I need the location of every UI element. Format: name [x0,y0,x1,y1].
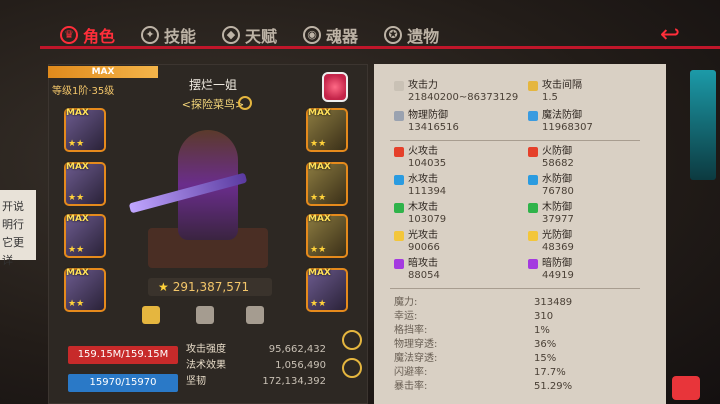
back-arrow-icon[interactable]: ↩ [660,20,680,48]
side-note: 开说明行 它更详 [0,190,36,267]
star-icon: ★ [158,280,169,294]
substats-list: 攻击强度 95,662,432 法术效果 1,056,490 坚韧 172,134,3… [186,342,326,390]
hero-portrait [128,118,288,268]
talent-icon: ◆ [222,26,241,44]
extra-stat-row: 物理穿透: 36% [394,339,557,350]
stat-wood-atk: 木攻击 103079 [394,202,446,226]
chest-icon[interactable] [196,306,214,324]
stat-dark-def: 暗防御 44919 [528,258,574,282]
extra-stat-row: 幸运: 310 [394,311,554,322]
stat-attack-interval: 攻击间隔 1.5 [528,80,582,104]
stat-phys-def: 物理防御 13416516 [394,110,459,134]
extra-stats-list: 魔力: 313489 幸运: 310 格挡率: 1% 物理穿透: 36% 魔法穿透: 15… [394,296,594,394]
stat-fire-def: 火防御 58682 [528,146,574,170]
stat-fire-atk: 火攻击 104035 [394,146,446,170]
extra-stat-row: 魔法穿透: 15% [394,353,557,364]
equip-slot-left-4[interactable]: MAX ★★ [64,268,106,312]
potion-icon[interactable] [322,72,348,102]
hp-bar: 159.15M/159.15M [68,346,178,364]
hero-level: 等级1阶·35级 [52,86,115,97]
equip-slot-left-2[interactable]: MAX ★★ [64,162,106,206]
water-shield-icon [528,175,538,185]
equip-slot-left-1[interactable]: MAX ★★ [64,108,106,152]
magic-shield-icon [528,111,538,121]
water-icon [394,175,404,185]
divider [390,288,640,289]
armor-icon[interactable] [142,306,160,324]
speed-icon [528,81,538,91]
equip-slot-right-4[interactable]: MAX ★★ [306,268,348,312]
stat-water-atk: 水攻击 111394 [394,174,446,198]
light-shield-icon [528,231,538,241]
soul-icon: ◉ [303,26,322,44]
substat-row: 坚韧 172,134,392 [186,376,326,387]
equip-slot-right-2[interactable]: MAX ★★ [306,162,348,206]
power-display: ★ 291,387,571 [148,278,272,296]
skill-icon: ✦ [141,26,160,44]
fire-icon [394,147,404,157]
stat-wood-def: 木防御 37977 [528,202,574,226]
menu-button[interactable] [672,376,700,400]
equip-slot-right-1[interactable]: MAX ★★ [306,108,348,152]
extra-stat-row: 闪避率: 17.7% [394,367,566,378]
mp-bar: 15970/15970 [68,374,178,392]
stat-light-atk: 光攻击 90066 [394,230,440,254]
dark-icon [394,259,404,269]
fire-shield-icon [528,147,538,157]
wood-icon [394,203,404,213]
stat-light-def: 光防御 48369 [528,230,574,254]
lock-icon[interactable] [342,330,362,350]
substat-row: 法术效果 1,056,490 [186,360,326,371]
helmet-icon[interactable] [246,306,264,324]
wood-shield-icon [528,203,538,213]
stat-magic-def: 魔法防御 11968307 [528,110,593,134]
light-icon [394,231,404,241]
equip-slot-right-3[interactable]: MAX ★★ [306,214,348,258]
dark-shield-icon [528,259,538,269]
character-icon: ♛ [60,26,78,44]
extra-stat-row: 魔力: 313489 [394,297,573,308]
search-icon[interactable] [238,96,252,110]
substat-row: 攻击强度 95,662,432 [186,344,326,355]
atom-icon[interactable] [342,358,362,378]
hero-name: 摆烂一姐 [188,78,237,92]
max-badge: MAX [48,66,158,78]
sword-icon [394,81,404,91]
stat-attack: 攻击力 21840200~86373129 [394,80,518,104]
equip-slot-left-3[interactable]: MAX ★★ [64,214,106,258]
stat-water-def: 水防御 76780 [528,174,574,198]
sword-decoration-icon [690,70,716,180]
shield-icon [394,111,404,121]
extra-stat-row: 格挡率: 1% [394,325,550,336]
extra-stat-row: 暴击率: 51.29% [394,381,573,392]
divider [390,140,640,141]
stat-dark-atk: 暗攻击 88054 [394,258,440,282]
relic-icon: ✪ [384,26,403,44]
tab-underline [40,46,720,49]
